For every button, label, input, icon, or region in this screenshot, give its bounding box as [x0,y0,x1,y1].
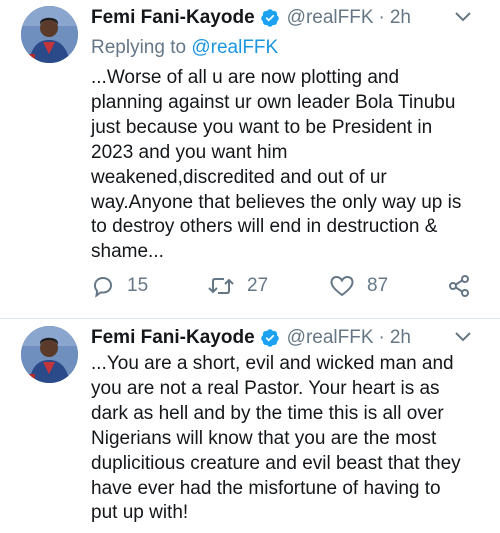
tweet-text-line: dark as hell and by the time this is all… [91,402,444,424]
reply-count: 15 [127,275,149,296]
like-button[interactable]: 87 [329,274,388,298]
replying-to: Replying to @realFFK [91,37,278,59]
tweet-text-line: duplicitious creature and evil beast tha… [91,452,461,474]
share-icon [447,274,471,298]
reply-button[interactable]: 15 [91,274,148,298]
tweet-text-line: put up with! [91,502,189,524]
tweet-header: Femi Fani-Kayode @realFFK · 2h [91,326,411,350]
retweet-icon [207,274,235,298]
timestamp[interactable]: 2h [390,327,411,349]
avatar[interactable] [21,326,78,383]
tweet[interactable]: Femi Fani-Kayode @realFFK · 2h Replying … [0,0,500,319]
replying-mention-link[interactable]: @realFFK [191,37,278,58]
tweet-text-line: weakened,discredited and out of ur [91,166,387,188]
tweet-text-line: have ever had the misfortune of having t… [91,477,441,499]
tweet-header: Femi Fani-Kayode @realFFK · 2h [91,6,411,30]
author-handle[interactable]: @realFFK [287,327,374,349]
like-count: 87 [367,275,389,296]
author-name[interactable]: Femi Fani-Kayode [91,327,255,349]
tweet-text: ...Worse of all u are now plotting and p… [91,66,481,265]
reply-icon [91,274,115,298]
tweet-text-line: 2023 and you want him [91,141,288,163]
tweet-text: ...You are a short, evil and wicked man … [91,352,481,526]
retweet-button[interactable]: 27 [207,274,268,298]
tweet-text-line: Nigerians will know that you are the mos… [91,427,437,449]
chevron-down-icon[interactable] [454,10,472,22]
tweet-text-line: just because you want to be President in [91,116,433,138]
avatar[interactable] [21,6,78,63]
separator-dot: · [378,327,385,348]
tweet-text-line: shame... [91,241,164,263]
tweet-actions: 15 27 87 [91,274,481,300]
author-name[interactable]: Femi Fani-Kayode [91,7,255,29]
tweet-text-line: you are not a real Pastor. Your heart is… [91,377,440,399]
retweet-count: 27 [247,275,269,296]
verified-badge-icon [260,8,280,28]
heart-icon [329,274,355,298]
tweet-text-line: to destroy others will end in destructio… [91,216,438,238]
tweet-text-line: ...Worse of all u are now plotting and [91,67,400,88]
tweet-text-line: planning against ur own leader Bola Tinu… [91,91,456,113]
tweet[interactable]: Femi Fani-Kayode @realFFK · 2h ...You ar… [0,320,500,533]
replying-prefix: Replying to [91,37,192,58]
tweet-text-line: way.Anyone that believes the only way up… [91,191,462,213]
share-button[interactable] [447,274,471,298]
tweet-text-line: ...You are a short, evil and wicked man … [91,353,454,374]
verified-badge-icon [260,328,280,348]
timestamp[interactable]: 2h [390,7,411,29]
chevron-down-icon[interactable] [454,330,472,342]
author-handle[interactable]: @realFFK [287,7,374,29]
separator-dot: · [378,7,385,28]
